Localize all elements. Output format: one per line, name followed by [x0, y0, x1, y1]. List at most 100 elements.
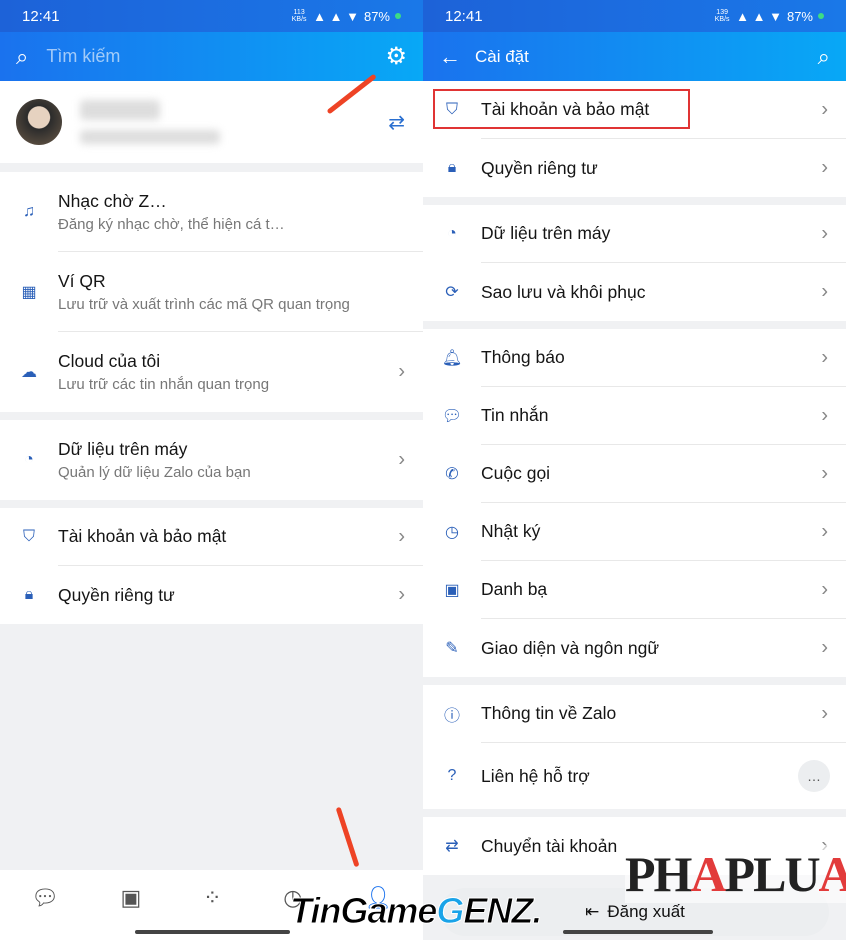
- chevron-right-icon: ›: [821, 404, 828, 427]
- lock-icon: 🔒︎: [24, 586, 34, 603]
- item-label: Thông báo: [481, 347, 565, 367]
- settings-item[interactable]: ? Liên hệ hỗ trợ …: [423, 743, 846, 809]
- item-label: Nhật ký: [481, 521, 541, 541]
- discover-icon[interactable]: ⁘: [203, 885, 221, 911]
- chevron-right-icon: ›: [821, 222, 828, 245]
- contacts-icon: ▣: [444, 582, 460, 599]
- settings-item[interactable]: ⛉ Tài khoản và bảo mật ›: [423, 81, 846, 139]
- help-icon: ?: [447, 767, 457, 784]
- status-bar: 12:41 113 KB/s ▲ ▲ ▼ 87%: [0, 0, 423, 32]
- chevron-right-icon: ›: [821, 520, 828, 543]
- shield-icon: ⛉: [22, 528, 35, 545]
- item-sub: Lưu trữ và xuất trình các mã QR quan trọ…: [58, 295, 350, 313]
- item-label: Sao lưu và khôi phục: [481, 281, 646, 302]
- chevron-right-icon: ›: [821, 636, 828, 659]
- chevron-right-icon: ›: [398, 525, 405, 548]
- chevron-right-icon: ›: [821, 702, 828, 725]
- settings-item[interactable]: ▣ Danh bạ ›: [423, 561, 846, 619]
- logout-icon: ⇤: [585, 902, 600, 921]
- avatar: [16, 99, 62, 145]
- search-input[interactable]: Tìm kiếm: [46, 46, 385, 67]
- left-screen: 12:41 113 KB/s ▲ ▲ ▼ 87% ⌕ Tìm kiếm ⚙ ⇄ ♫ N…: [0, 0, 423, 940]
- network-speed: 139 KB/s: [714, 9, 730, 23]
- menu-item-device-data[interactable]: ◔ Dữ liệu trên máy Quản lý dữ liệu Zalo củ…: [0, 420, 423, 500]
- pie-chart-icon: ◔: [24, 451, 34, 468]
- profile-name-blurred: [80, 100, 220, 144]
- phapluat-watermark: PHAPLUAT: [625, 845, 846, 903]
- sync-icon: ⟳: [445, 284, 459, 301]
- battery-text: 87%: [363, 8, 390, 24]
- item-label: Dữ liệu trên máy: [481, 223, 611, 243]
- status-bar: 12:41 139 KB/s ▲ ▲ ▼ 87%: [423, 0, 846, 32]
- chevron-right-icon: ›: [398, 583, 405, 606]
- chevron-right-icon: ›: [821, 578, 828, 601]
- signal-icon: ▲ ▲ ▼: [736, 8, 782, 24]
- search-icon[interactable]: ⌕: [818, 44, 830, 70]
- item-label: Giao diện và ngôn ngữ: [481, 637, 660, 658]
- settings-group: ⛉ Tài khoản và bảo mật › 🔒︎ Quyền riêng tư ›: [423, 81, 846, 197]
- settings-item[interactable]: ✎ Giao diện và ngôn ngữ ›: [423, 619, 846, 677]
- settings-item[interactable]: 🔔︎ Thông báo ›: [423, 329, 846, 387]
- item-label: Nhạc chờ Z…: [58, 190, 167, 211]
- home-indicator: [135, 930, 290, 934]
- item-label: Danh bạ: [481, 579, 548, 599]
- back-arrow-icon[interactable]: ←: [439, 44, 461, 70]
- settings-item[interactable]: ✆ Cuộc gọi ›: [423, 445, 846, 503]
- item-sub: Lưu trữ các tin nhắn quan trọng: [58, 376, 270, 393]
- settings-item[interactable]: ⟳ Sao lưu và khôi phục ›: [423, 263, 846, 321]
- header: ⌕ Tìm kiếm ⚙: [0, 32, 423, 81]
- item-label: Tài khoản và bảo mật: [58, 526, 227, 546]
- item-label: Ví QR: [58, 270, 106, 291]
- clock-icon: ◷: [445, 524, 459, 541]
- menu-item-privacy[interactable]: 🔒︎ Quyền riêng tư ›: [0, 566, 423, 624]
- music-note-icon: ♫: [23, 203, 35, 220]
- settings-item[interactable]: ⓘ Thông tin về Zalo ›: [423, 685, 846, 743]
- qr-wallet-icon: ▦: [21, 284, 37, 301]
- chevron-right-icon: ›: [821, 462, 828, 485]
- menu-item-account-security[interactable]: ⛉ Tài khoản và bảo mật ›: [0, 508, 423, 566]
- info-icon: ⓘ: [443, 708, 460, 725]
- chat-icon: 💬︎: [441, 408, 463, 425]
- signal-icon: ▲ ▲ ▼: [313, 8, 359, 24]
- item-label: Thông tin về Zalo: [481, 703, 617, 723]
- settings-group: ⓘ Thông tin về Zalo ›? Liên hệ hỗ trợ …: [423, 685, 846, 809]
- gear-icon[interactable]: ⚙: [385, 42, 407, 71]
- settings-item[interactable]: ◔ Dữ liệu trên máy ›: [423, 205, 846, 263]
- menu-item-ringtone[interactable]: ♫ Nhạc chờ Z… Đăng ký nhạc chờ, thể hiện c…: [0, 172, 423, 252]
- contacts-icon[interactable]: ▣: [121, 885, 142, 911]
- profile-card[interactable]: ⇄: [0, 81, 423, 163]
- item-label: Liên hệ hỗ trợ: [481, 765, 590, 786]
- chat-bubble-icon[interactable]: …: [798, 760, 830, 792]
- right-screen: 12:41 139 KB/s ▲ ▲ ▼ 87% ← Cài đặt ⌕ ⛉ Tài …: [423, 0, 846, 940]
- chevron-right-icon: ›: [821, 280, 828, 303]
- battery-text: 87%: [786, 8, 813, 24]
- annotation-arrow: [335, 806, 360, 868]
- messages-icon[interactable]: 💬︎: [31, 885, 59, 911]
- logout-label: Đăng xuất: [607, 902, 685, 921]
- highlight-box: [433, 89, 690, 129]
- search-icon[interactable]: ⌕: [16, 44, 28, 70]
- settings-item[interactable]: ◷ Nhật ký ›: [423, 503, 846, 561]
- phone-icon: ✆: [445, 466, 459, 483]
- switch-account-icon: ⇄: [445, 838, 459, 855]
- pie-chart-icon: ◔: [447, 225, 457, 242]
- lock-icon: 🔒︎: [447, 159, 457, 176]
- chevron-right-icon: ›: [398, 360, 405, 383]
- switch-account-icon[interactable]: ⇄: [388, 110, 405, 135]
- settings-group: 🔔︎ Thông báo › 💬︎ Tin nhắn › ✆ Cuộc gọi › ◷ Nhật k…: [423, 329, 846, 677]
- network-speed: 113 KB/s: [291, 9, 307, 23]
- item-label: Cloud của tôi: [58, 351, 161, 371]
- item-label: Dữ liệu trên máy: [58, 439, 188, 459]
- item-sub: Đăng ký nhạc chờ, thể hiện cá t…: [58, 215, 285, 233]
- item-sub: Quản lý dữ liệu Zalo của bạn: [58, 464, 251, 481]
- chevron-right-icon: ›: [821, 98, 828, 121]
- menu-item-cloud[interactable]: ☁ Cloud của tôi Lưu trữ các tin nhắn quan …: [0, 332, 423, 412]
- bell-icon: 🔔︎: [441, 350, 463, 367]
- status-time: 12:41: [22, 7, 60, 25]
- chevron-right-icon: ›: [821, 156, 828, 179]
- menu-item-qr-wallet[interactable]: ▦ Ví QR Lưu trữ và xuất trình các mã QR qu…: [0, 252, 423, 332]
- settings-item[interactable]: 💬︎ Tin nhắn ›: [423, 387, 846, 445]
- home-indicator: [563, 930, 713, 934]
- settings-item[interactable]: 🔒︎ Quyền riêng tư ›: [423, 139, 846, 197]
- status-time: 12:41: [445, 7, 483, 25]
